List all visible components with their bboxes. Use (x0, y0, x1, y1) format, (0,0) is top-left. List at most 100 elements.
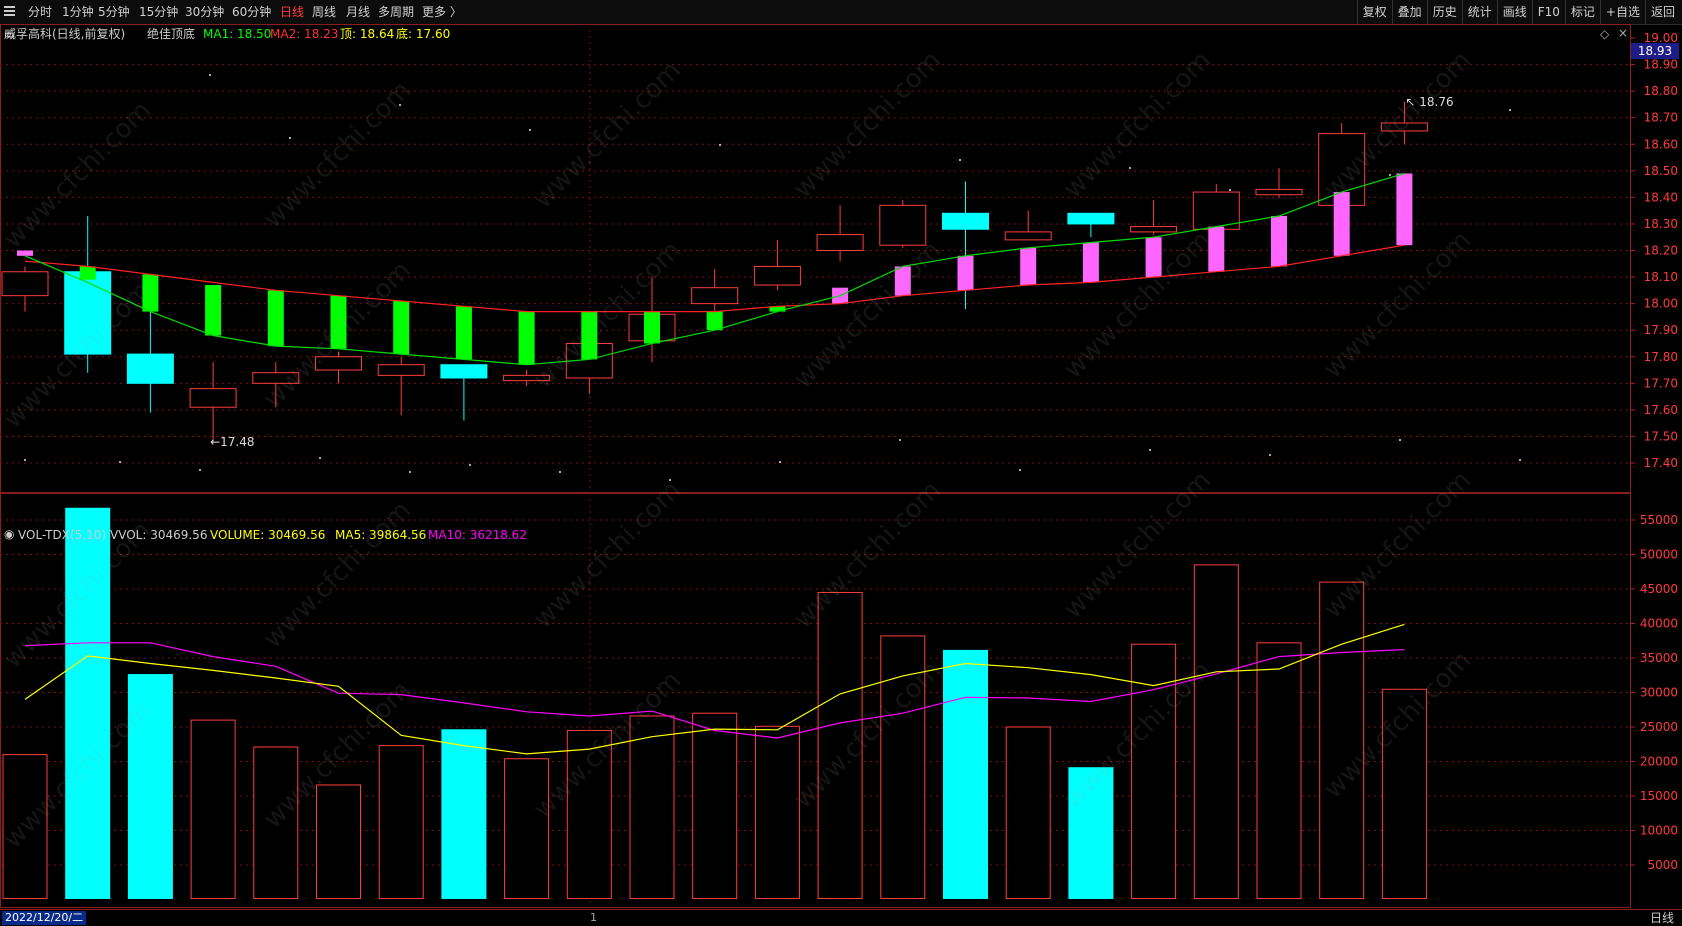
tab-period-0[interactable]: 分时 (28, 4, 52, 20)
volume-bar (2, 754, 48, 899)
scatter-dot (899, 439, 901, 441)
tab-period-5[interactable]: 60分钟 (232, 4, 271, 20)
candle-body (252, 372, 300, 384)
scatter-dot (409, 471, 411, 473)
scatter-dot (199, 469, 201, 471)
vol-pane-icon[interactable]: ◉ (4, 527, 14, 541)
candle-body (440, 364, 488, 379)
volume-tick-label: 10000 (1640, 824, 1678, 838)
volume-bar (692, 712, 738, 900)
volume-bar (441, 729, 487, 900)
tab-period-6[interactable]: 日线 (280, 4, 304, 20)
toolbar-button-6[interactable]: 标记 (1564, 0, 1600, 24)
candle-body (126, 353, 174, 384)
volume-bar (1256, 642, 1302, 899)
signal-bar (1208, 226, 1225, 272)
signal-bar (1145, 237, 1162, 278)
volume-bar (316, 784, 361, 900)
toolbar-button-4[interactable]: 画线 (1496, 0, 1532, 24)
candle-body (189, 388, 237, 408)
volume-tick-label: 30000 (1640, 686, 1678, 700)
signal-bar (142, 274, 159, 312)
ma10-label: MA10: 36218.62 (428, 528, 527, 542)
stock-name: 威孚高科(日线,前复权) (4, 27, 126, 41)
volume-tick-label: 50000 (1640, 548, 1678, 562)
close-icon[interactable]: × (1618, 26, 1628, 40)
signal-bar (894, 266, 911, 296)
signal-bar (17, 250, 33, 256)
candle-body (1004, 231, 1052, 241)
main-pane-frame (0, 24, 1631, 493)
diamond-icon[interactable]: ◇ (1600, 27, 1609, 41)
top-label: 顶: 18.64 (340, 27, 395, 41)
toolbar-button-7[interactable]: +自选 (1599, 0, 1645, 24)
price-tick-label: 18.00 (1644, 297, 1678, 311)
signal-bar (393, 300, 410, 355)
price-tick-label: 17.80 (1644, 350, 1678, 364)
tab-period-3[interactable]: 15分钟 (139, 4, 178, 20)
volume-tick-label: 15000 (1640, 789, 1678, 803)
scatter-dot (209, 74, 211, 76)
tab-period-8[interactable]: 月线 (346, 4, 370, 20)
scatter-dot (1229, 189, 1231, 191)
vol-indicator-name[interactable]: VOL-TDX(5,10) (18, 527, 106, 543)
chart-canvas: 19.0018.9018.8018.7018.6018.5018.4018.30… (0, 24, 1678, 908)
candle-body (691, 287, 739, 305)
tab-period-9[interactable]: 多周期 (378, 4, 414, 20)
high-annotation: ↖ 18.76 (1405, 95, 1453, 109)
signal-bar (518, 311, 535, 365)
signal-bar (330, 295, 347, 349)
volume-bar (943, 649, 988, 899)
scatter-dot (529, 129, 531, 131)
price-tick-label: 18.70 (1644, 111, 1678, 125)
scatter-dot (1399, 439, 1401, 441)
tab-period-4[interactable]: 30分钟 (185, 4, 224, 20)
signal-bar (79, 266, 96, 280)
scatter-dot (1389, 174, 1391, 176)
indicator-name[interactable]: 绝佳顶底 (147, 26, 195, 42)
tab-period-10[interactable]: 更多 〉 (422, 4, 462, 20)
toolbar-button-8[interactable]: 返回 (1644, 0, 1680, 24)
candle-body (503, 374, 551, 382)
signal-bar (1396, 173, 1413, 246)
candle-body (942, 212, 989, 230)
ma1-label: MA1: 18.50 (203, 27, 272, 41)
price-tick-label: 17.40 (1644, 456, 1678, 470)
toolbar-button-3[interactable]: 统计 (1461, 0, 1497, 24)
ma2-label: MA2: 18.23 (270, 27, 339, 41)
tab-period-1[interactable]: 1分钟 (62, 4, 94, 20)
volume-tick-label: 55000 (1640, 513, 1678, 527)
candle-body (64, 271, 112, 355)
volume-bar (1068, 767, 1114, 900)
tab-period-2[interactable]: 5分钟 (98, 4, 130, 20)
scatter-dot (1019, 469, 1021, 471)
volume-label: VOLUME: 30469.56 (210, 528, 326, 542)
toolbar-button-2[interactable]: 历史 (1426, 0, 1462, 24)
price-tick-label: 17.70 (1644, 376, 1678, 390)
price-tick-label: 17.50 (1644, 429, 1678, 443)
volume-tick-label: 35000 (1640, 651, 1678, 665)
toolbar-button-0[interactable]: 复权 (1356, 0, 1392, 24)
signal-bar (455, 306, 472, 360)
toolbar-button-5[interactable]: F10 (1531, 0, 1565, 24)
scatter-dot (1509, 109, 1511, 111)
volume-tick-label: 40000 (1640, 617, 1678, 631)
signal-bar (1333, 192, 1350, 256)
axis-marker: 1 (590, 911, 597, 924)
tab-period-7[interactable]: 周线 (312, 4, 336, 20)
price-tick-label: 18.10 (1644, 270, 1678, 284)
toolbar-button-1[interactable]: 叠加 (1391, 0, 1427, 24)
low-annotation: ←17.48 (210, 435, 254, 449)
volume-bar (1193, 564, 1239, 899)
ma5-label: MA5: 39864.56 (335, 528, 427, 542)
menu-icon[interactable] (4, 6, 15, 17)
candle-body (753, 265, 801, 286)
signal-bar (957, 255, 974, 291)
candle-body (1, 271, 49, 297)
volume-bar (190, 719, 236, 899)
scatter-dot (1519, 459, 1521, 461)
volume-bar (566, 729, 612, 900)
candle-body (1130, 226, 1178, 233)
signal-bar (205, 285, 222, 336)
vvol-label: VVOL: 30469.56 (110, 528, 208, 542)
